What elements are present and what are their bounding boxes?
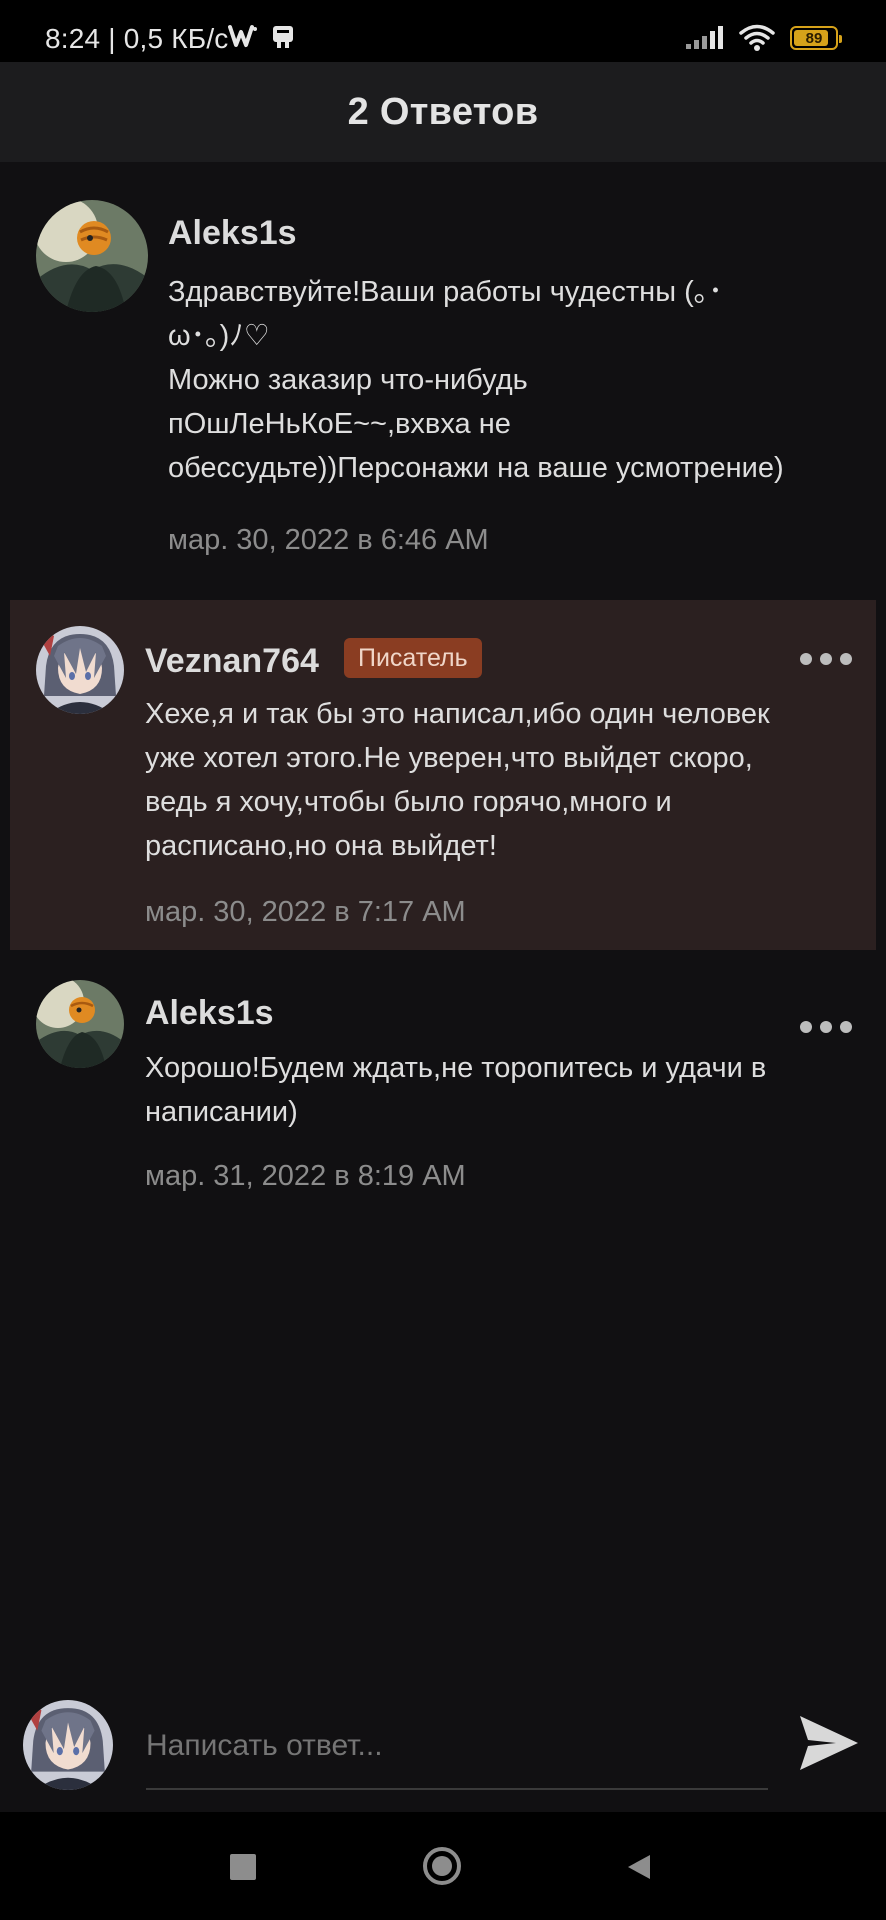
system-nav-bar (0, 1812, 886, 1920)
dot-icon (840, 1021, 852, 1033)
comment-timestamp: мар. 31, 2022 в 8:19 AM (145, 1160, 466, 1192)
send-icon[interactable] (796, 1710, 862, 1776)
avatar[interactable] (36, 200, 148, 312)
avatar[interactable] (36, 980, 124, 1068)
comment-line: ведь я хочу,чтобы было горячо,много и (145, 786, 672, 818)
author-name[interactable]: Veznan764 (145, 642, 319, 681)
header: 2 Ответов (0, 62, 886, 162)
comment-timestamp: мар. 30, 2022 в 6:46 AM (168, 524, 489, 556)
status-app-icons (228, 24, 296, 50)
comment-line: Здравствуйте!Ваши работы чудестны (｡･ (168, 276, 723, 308)
dot-icon (800, 653, 812, 665)
store-icon (273, 26, 293, 48)
home-icon[interactable] (422, 1846, 462, 1886)
status-time-speed: 8:24 | 0,5 КБ/с (45, 23, 229, 54)
status-bar: 8:24 | 0,5 КБ/с 89 (0, 0, 886, 62)
avatar[interactable] (36, 626, 124, 714)
dot-icon (800, 1021, 812, 1033)
user-avatar-image (36, 626, 124, 714)
dot-icon (820, 1021, 832, 1033)
comment-line: Можно заказир что-нибудь (168, 364, 528, 396)
author-name[interactable]: Aleks1s (168, 214, 297, 253)
comment-timestamp: мар. 30, 2022 в 7:17 AM (145, 896, 466, 928)
comment-body: Хехе,я и так бы это написал,ибо один чел… (145, 692, 865, 868)
user-avatar-image (36, 200, 148, 312)
battery-icon: 89 (790, 26, 842, 50)
user-avatar-image (36, 980, 124, 1068)
battery-level: 89 (805, 29, 823, 47)
comment-line: написании) (145, 1096, 298, 1128)
page-title: 2 Ответов (347, 90, 539, 133)
comment-line: Хехе,я и так бы это написал,ибо один чел… (145, 698, 770, 730)
recent-apps-icon[interactable] (230, 1854, 256, 1880)
back-icon[interactable] (624, 1852, 654, 1882)
comment-line: уже хотел этого.Не уверен,что выйдет ско… (145, 742, 753, 774)
wifi-icon (739, 24, 775, 51)
comment-line: Хорошо!Будем ждать,не торопитесь и удачи… (145, 1052, 767, 1084)
signal-icon (686, 26, 723, 49)
comment: Veznan764 Писатель Хехе,я и так бы это н… (0, 600, 886, 950)
more-options-button[interactable] (800, 1012, 852, 1042)
comment-line: пОшЛеНьКоЕ~~,вхвха не (168, 408, 511, 440)
reply-input[interactable] (146, 1722, 766, 1770)
comment-line: расписано,но она выйдет! (145, 830, 497, 862)
reply-input-underline (146, 1788, 768, 1790)
comment-line: ω･｡)ﾉ♡ (168, 320, 270, 352)
comment: Aleks1s Хорошо!Будем ждать,не торопитесь… (0, 960, 886, 1220)
comment-body: Хорошо!Будем ждать,не торопитесь и удачи… (145, 1046, 865, 1134)
more-options-button[interactable] (800, 644, 852, 674)
avatar (23, 1700, 113, 1790)
current-user-avatar-image (23, 1700, 113, 1790)
dot-icon (820, 653, 832, 665)
w-app-icon (228, 25, 257, 47)
comment-body: Здравствуйте!Ваши работы чудестны (｡･ ω･… (168, 270, 868, 490)
writer-badge: Писатель (344, 638, 482, 678)
author-name[interactable]: Aleks1s (145, 994, 274, 1033)
comment-line: обессудьте))Персонажи на ваше усмотрение… (168, 452, 784, 484)
status-right-icons: 89 (684, 24, 842, 52)
dot-icon (840, 653, 852, 665)
comment: Aleks1s Здравствуйте!Ваши работы чудестн… (0, 190, 886, 590)
